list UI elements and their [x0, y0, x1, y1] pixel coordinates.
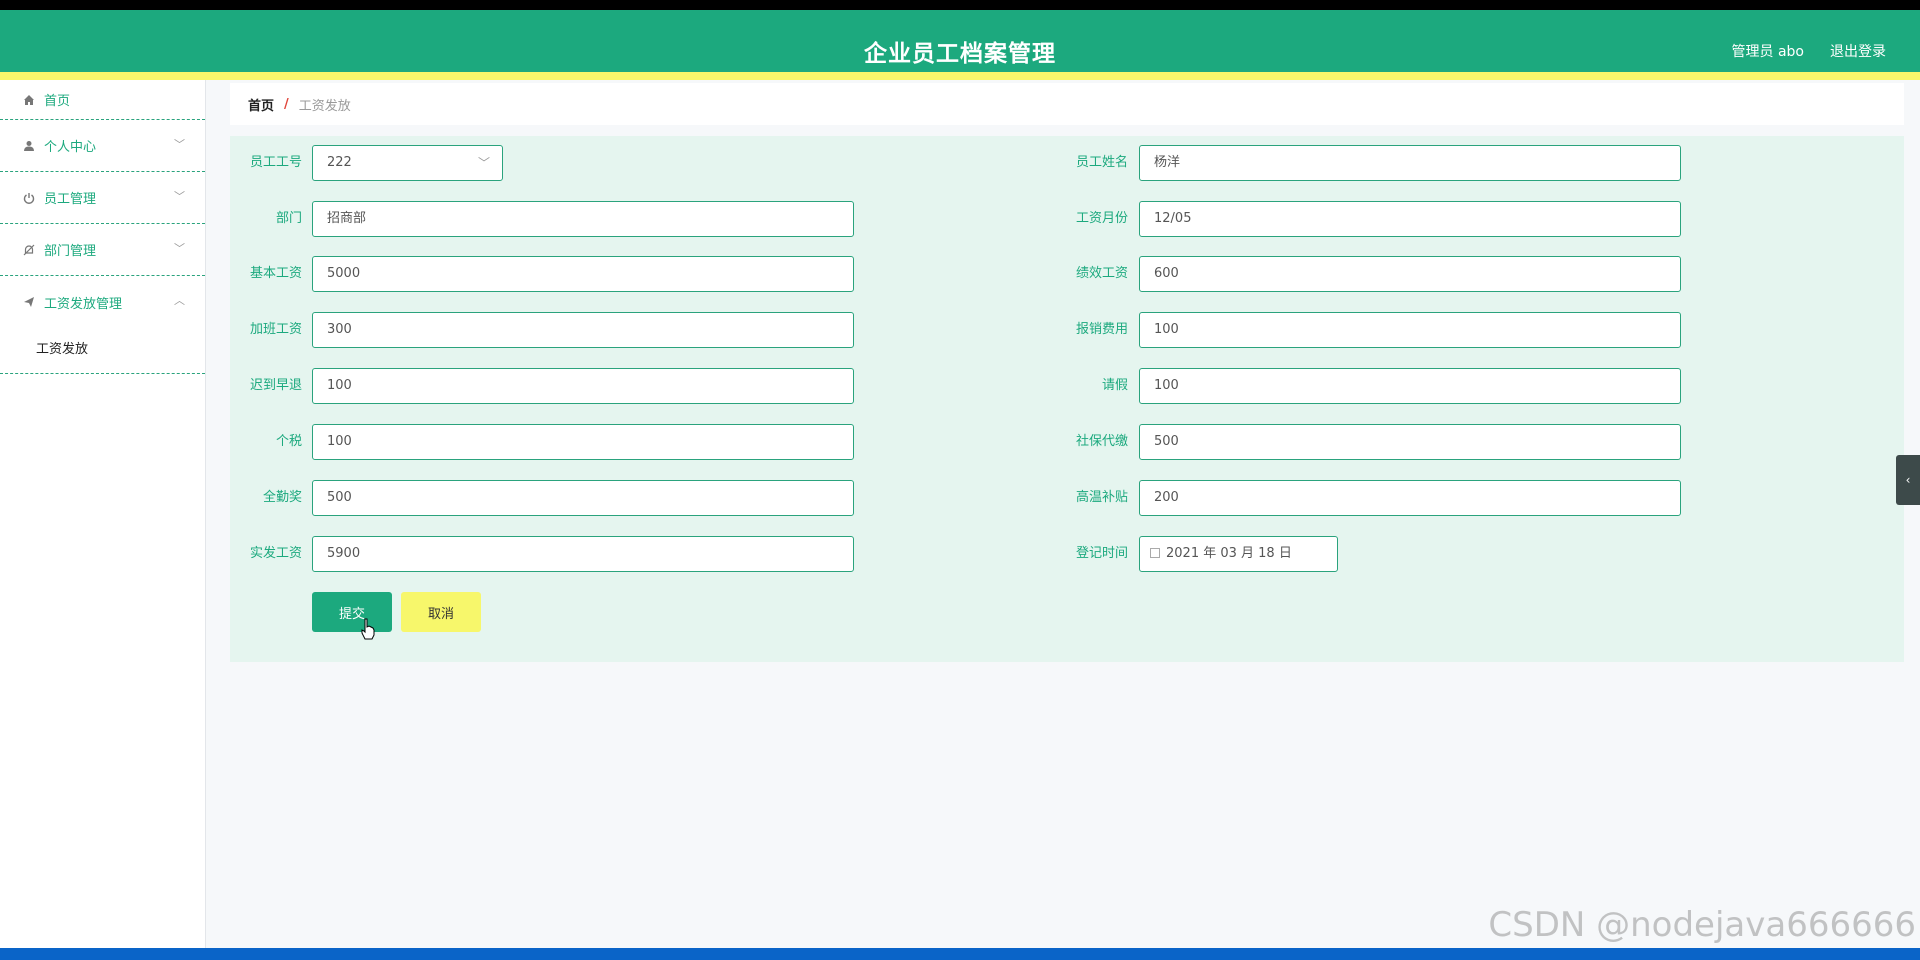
admin-label: 管理员 abo	[1731, 44, 1804, 60]
sidebar-item-department-management[interactable]: 部门管理 ﹀	[0, 224, 205, 276]
sidebar: 首页 个人中心 ﹀ 员工管理 ﹀ 部门管理 ﹀ 工资发放管理 ︿ 工资发放	[0, 80, 206, 948]
chevron-up-icon: ︿	[174, 294, 185, 307]
user-icon	[22, 139, 36, 153]
attendance-bonus-field[interactable]: 500	[312, 480, 854, 516]
late-early-field[interactable]: 100	[312, 368, 854, 404]
header-accent-stripe	[0, 72, 1920, 80]
breadcrumb-current: 工资发放	[298, 98, 351, 114]
sidebar-item-label: 员工管理	[44, 192, 97, 207]
salary-month-field[interactable]: 12/05	[1139, 201, 1681, 237]
leave-label: 请假	[1101, 378, 1128, 393]
sidebar-item-salary-management[interactable]: 工资发放管理 ︿	[0, 276, 205, 328]
social-insurance-field[interactable]: 500	[1139, 424, 1681, 460]
sidebar-item-label: 首页	[44, 94, 71, 109]
bell-icon	[22, 243, 36, 257]
salary-month-label: 工资月份	[1075, 211, 1128, 226]
heat-allowance-field[interactable]: 200	[1139, 480, 1681, 516]
register-time-value: 2021 年 03 月 18 日	[1166, 546, 1292, 561]
late-early-label: 迟到早退	[249, 378, 302, 393]
social-insurance-label: 社保代缴	[1075, 434, 1128, 449]
breadcrumb: 首页 / 工资发放	[230, 83, 1904, 125]
watermark: CSDN @nodejava666666	[1488, 905, 1916, 945]
employee-no-value: 222	[327, 155, 352, 170]
heat-allowance-label: 高温补贴	[1075, 490, 1128, 505]
cancel-button[interactable]: 取消	[401, 592, 481, 632]
overtime-pay-field[interactable]: 300	[312, 312, 854, 348]
performance-pay-field[interactable]: 600	[1139, 256, 1681, 292]
department-label: 部门	[275, 211, 302, 226]
app-header: 企业员工档案管理 管理员 abo 退出登录	[0, 10, 1920, 72]
income-tax-field[interactable]: 100	[312, 424, 854, 460]
logout-link[interactable]: 退出登录	[1830, 41, 1886, 61]
power-icon	[22, 191, 36, 205]
employee-no-select[interactable]: 222 ﹀	[312, 145, 503, 181]
attendance-bonus-label: 全勤奖	[262, 490, 302, 505]
sidebar-item-home[interactable]: 首页	[0, 80, 205, 120]
base-salary-label: 基本工资	[249, 266, 302, 281]
hand-pointer-icon	[361, 618, 375, 640]
net-salary-field[interactable]: 5900	[312, 536, 854, 572]
employee-no-label: 员工工号	[249, 155, 302, 170]
performance-pay-label: 绩效工资	[1075, 266, 1128, 281]
submit-button[interactable]: 提交	[312, 592, 392, 632]
top-frame-bar	[0, 0, 1920, 10]
reimbursement-field[interactable]: 100	[1139, 312, 1681, 348]
home-icon	[22, 93, 36, 107]
reimbursement-label: 报销费用	[1075, 322, 1128, 337]
sidebar-item-personal-center[interactable]: 个人中心 ﹀	[0, 120, 205, 172]
sidebar-item-employee-management[interactable]: 员工管理 ﹀	[0, 172, 205, 224]
sidebar-item-label: 个人中心	[44, 140, 97, 155]
app-title: 企业员工档案管理	[864, 41, 1056, 67]
breadcrumb-home[interactable]: 首页	[248, 95, 274, 114]
chevron-down-icon: ﹀	[174, 242, 185, 255]
bottom-taskbar	[0, 948, 1920, 960]
register-time-datepicker[interactable]: 2021 年 03 月 18 日	[1139, 536, 1338, 572]
register-time-label: 登记时间	[1075, 546, 1128, 561]
sidebar-item-label: 部门管理	[44, 244, 97, 259]
department-field[interactable]: 招商部	[312, 201, 854, 237]
breadcrumb-separator: /	[284, 96, 289, 112]
send-icon	[22, 295, 36, 309]
panel-toggle-button[interactable]: ‹	[1896, 455, 1920, 505]
chevron-down-icon: ﹀	[174, 190, 185, 203]
employee-name-label: 员工姓名	[1075, 155, 1128, 170]
employee-name-field[interactable]: 杨洋	[1139, 145, 1681, 181]
sidebar-item-label: 工资发放管理	[44, 296, 123, 312]
income-tax-label: 个税	[275, 434, 302, 449]
net-salary-label: 实发工资	[249, 546, 302, 561]
base-salary-field[interactable]: 5000	[312, 256, 854, 292]
chevron-left-icon: ‹	[1905, 473, 1911, 487]
overtime-pay-label: 加班工资	[249, 322, 302, 337]
calendar-icon	[1150, 548, 1160, 558]
leave-field[interactable]: 100	[1139, 368, 1681, 404]
chevron-down-icon: ﹀	[477, 156, 490, 170]
chevron-down-icon: ﹀	[174, 138, 185, 151]
sidebar-subitem-salary-payment[interactable]: 工资发放	[0, 322, 205, 374]
